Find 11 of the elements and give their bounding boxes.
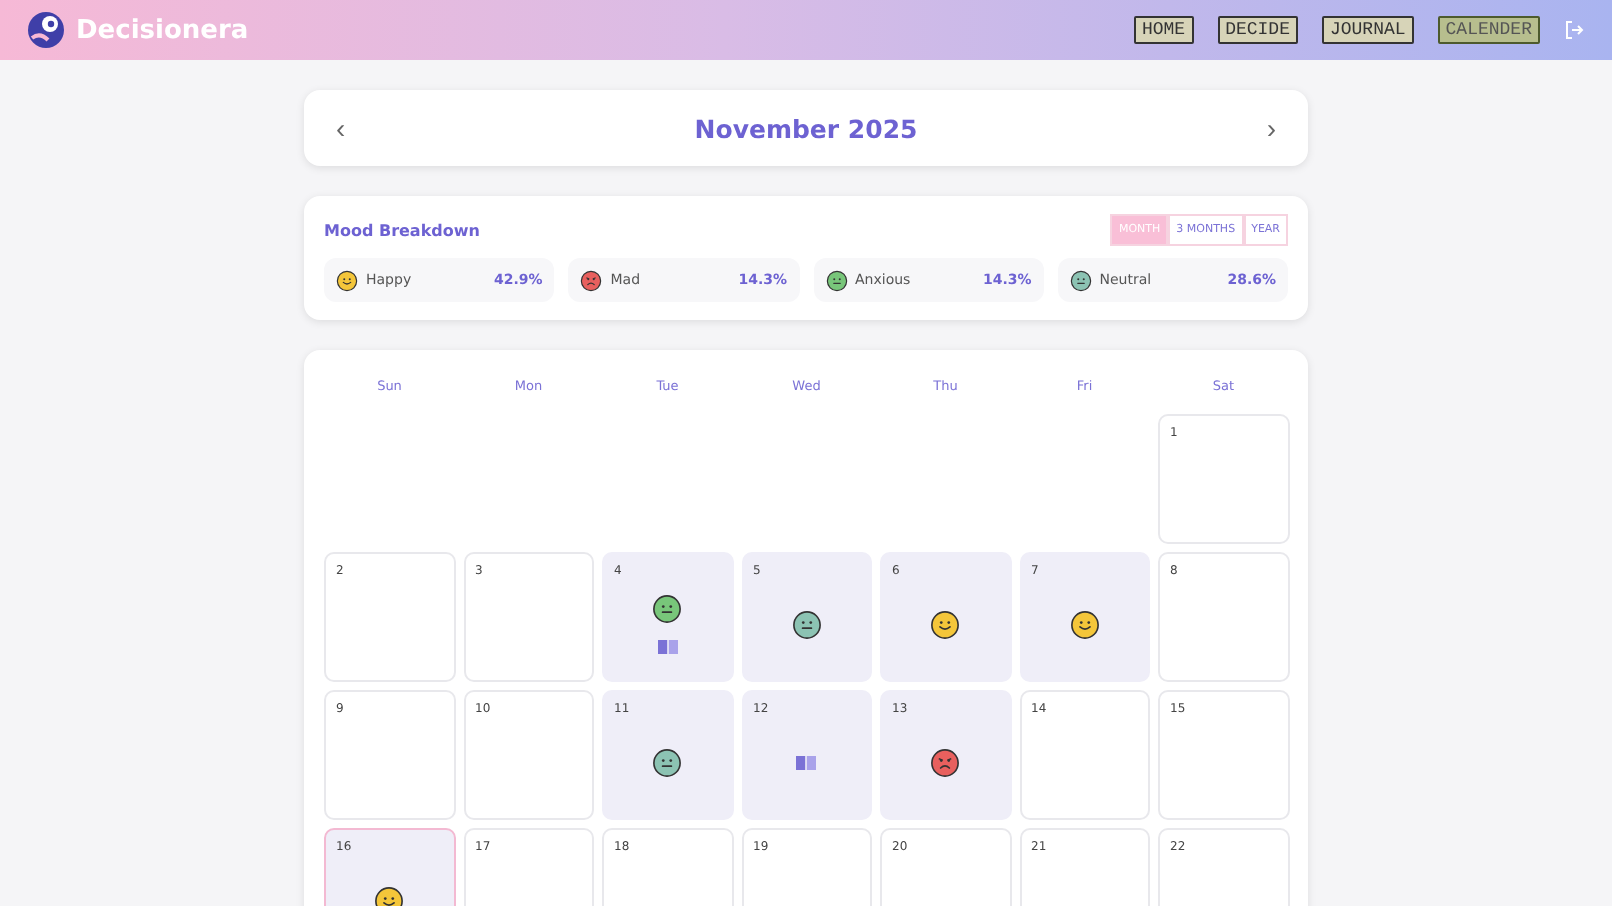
month-title: November 2025 xyxy=(694,113,918,143)
nav-link[interactable]: HOME xyxy=(1133,16,1194,44)
nav-link[interactable]: JOURNAL xyxy=(1321,16,1414,44)
logout-icon[interactable] xyxy=(1564,20,1584,40)
nav-link[interactable]: DECIDE xyxy=(1217,16,1298,44)
previous-month-button[interactable]: ‹ xyxy=(332,112,350,144)
logo-icon xyxy=(26,10,66,50)
nav-link[interactable]: CALENDER xyxy=(1437,16,1540,44)
app-name: Decisionera xyxy=(76,15,249,45)
section-title: Mood Breakdown xyxy=(324,221,480,239)
next-month-button[interactable]: › xyxy=(1262,112,1280,144)
